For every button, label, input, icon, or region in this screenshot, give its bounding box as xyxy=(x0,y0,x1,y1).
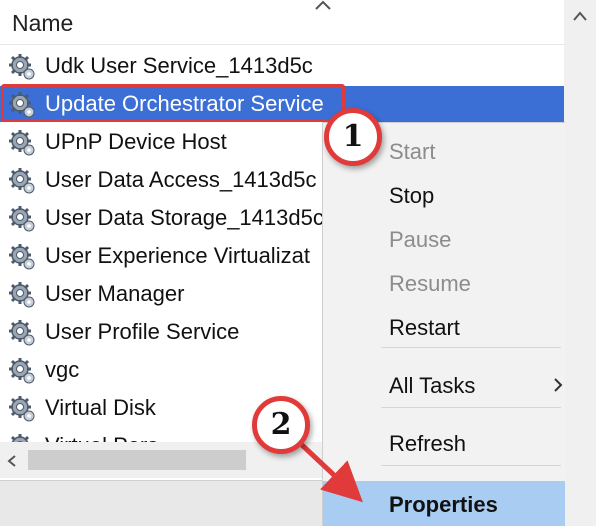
service-gear-icon xyxy=(8,281,36,309)
menu-item-label: Restart xyxy=(389,315,460,340)
menu-item-refresh[interactable]: Refresh xyxy=(323,423,565,463)
menu-separator xyxy=(381,465,561,466)
menu-item-stop[interactable]: Stop xyxy=(323,175,565,215)
service-gear-icon xyxy=(8,395,36,423)
sort-ascending-icon xyxy=(315,0,331,10)
horizontal-scroll-thumb[interactable] xyxy=(28,450,246,470)
service-row[interactable]: Udk User Service_1413d5c xyxy=(0,48,564,84)
menu-item-properties[interactable]: Properties xyxy=(323,481,565,526)
service-gear-icon xyxy=(8,319,36,347)
service-name: vgc xyxy=(45,357,80,382)
service-gear-icon xyxy=(8,129,36,157)
menu-item-resume: Resume xyxy=(323,263,565,303)
menu-item-label: Properties xyxy=(389,492,498,517)
service-name: User Data Access_1413d5c xyxy=(45,167,317,192)
context-menu: Start Stop Pause Resume Restart All Task… xyxy=(322,122,565,526)
service-gear-icon xyxy=(8,53,36,81)
step-2-callout: 2 xyxy=(252,396,310,454)
service-name: User Experience Virtualizat xyxy=(45,243,310,268)
service-name: Virtual Pers... xyxy=(45,433,177,442)
service-gear-icon xyxy=(8,243,36,271)
service-gear-icon xyxy=(8,205,36,233)
menu-item-all-tasks[interactable]: All Tasks xyxy=(323,365,565,405)
menu-item-label: Start xyxy=(389,139,436,164)
column-header-name[interactable]: Name xyxy=(12,10,73,37)
chevron-right-icon xyxy=(554,378,563,392)
step-number: 1 xyxy=(342,119,364,154)
step-number: 2 xyxy=(270,407,292,442)
column-header[interactable]: Name xyxy=(0,0,564,45)
scroll-up-icon[interactable] xyxy=(572,10,588,22)
menu-item-label: All Tasks xyxy=(389,373,476,398)
service-name: User Data Storage_1413d5c xyxy=(45,205,324,230)
menu-item-label: Stop xyxy=(389,183,435,208)
vertical-scrollbar[interactable] xyxy=(564,0,596,526)
service-gear-icon xyxy=(8,167,36,195)
scroll-left-icon[interactable] xyxy=(6,454,18,468)
menu-item-label: Pause xyxy=(389,227,452,252)
service-name: User Profile Service xyxy=(45,319,240,344)
service-name: Udk User Service_1413d5c xyxy=(45,53,313,78)
selection-highlight-annotation xyxy=(1,84,345,122)
bottom-tab-strip xyxy=(0,480,322,526)
menu-item-restart[interactable]: Restart xyxy=(323,307,565,347)
menu-item-label: Refresh xyxy=(389,431,467,456)
menu-separator xyxy=(381,347,561,348)
service-gear-icon xyxy=(8,433,36,442)
step-1-callout: 1 xyxy=(324,108,382,166)
menu-item-label: Resume xyxy=(389,271,471,296)
service-name: UPnP Device Host xyxy=(45,129,227,154)
menu-separator xyxy=(381,407,561,408)
menu-item-pause: Pause xyxy=(323,219,565,259)
service-name: Virtual Disk xyxy=(45,395,156,420)
services-window: Name Udk User Service_1413d5c Update Orc… xyxy=(0,0,596,526)
service-name: User Manager xyxy=(45,281,185,306)
service-gear-icon xyxy=(8,357,36,385)
